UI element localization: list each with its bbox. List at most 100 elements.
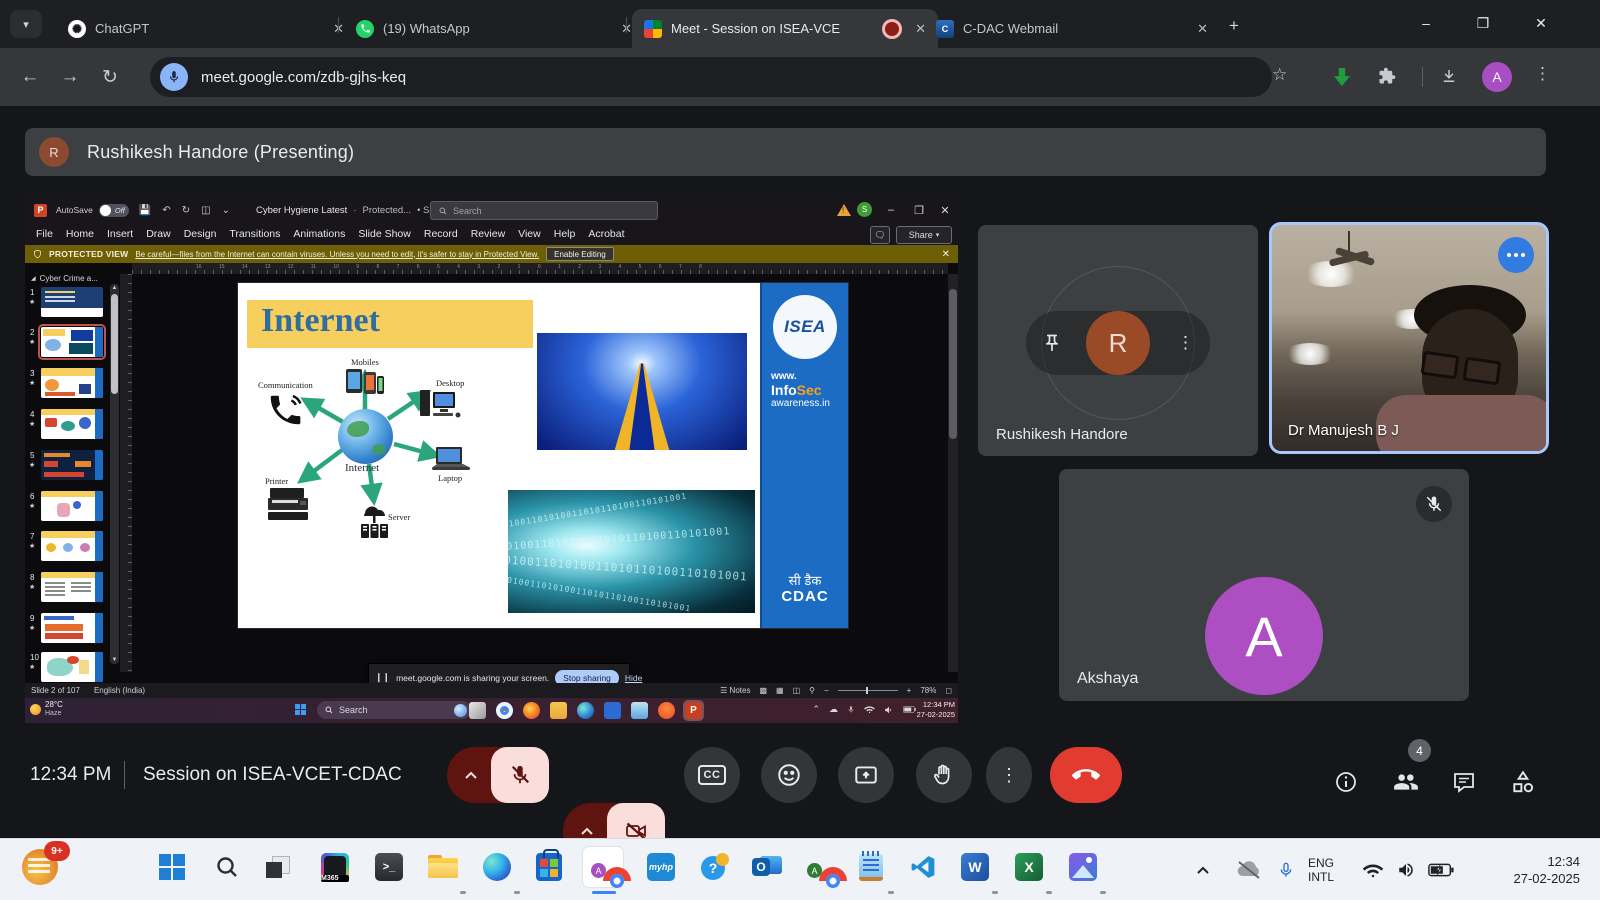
tab-whatsapp[interactable]: (19) WhatsApp ✕ xyxy=(344,9,644,48)
ppt-share-button[interactable]: Share▾ xyxy=(896,226,952,244)
slide-thumb-6[interactable]: 6★ xyxy=(25,491,120,525)
tile-kebab-icon[interactable]: ⋮ xyxy=(1177,333,1194,353)
tab-cdac-webmail[interactable]: C C-DAC Webmail ✕ xyxy=(924,9,1220,48)
leave-call-button[interactable] xyxy=(1050,747,1122,803)
get-help-icon[interactable]: ? xyxy=(695,847,735,887)
mic-options-chevron[interactable] xyxy=(447,747,495,803)
menu-home[interactable]: Home xyxy=(66,228,94,240)
tile-rushikesh[interactable]: ⋮ R Rushikesh Handore xyxy=(978,225,1258,456)
language-indicator[interactable]: English (India) xyxy=(94,686,145,695)
save-icon[interactable]: 💾 xyxy=(139,205,151,216)
people-button[interactable] xyxy=(1386,762,1426,802)
inner-edge-icon[interactable] xyxy=(577,702,594,719)
menu-slideshow[interactable]: Slide Show xyxy=(358,228,411,240)
inner-taskview-icon[interactable] xyxy=(469,702,486,719)
editor-scrollbar[interactable] xyxy=(948,274,958,672)
redo-icon[interactable]: ↻ xyxy=(182,205,190,216)
menu-help[interactable]: Help xyxy=(554,228,576,240)
slide-thumb-10[interactable]: 10★ xyxy=(25,652,120,686)
tile-options-button[interactable] xyxy=(1498,237,1534,273)
terminal-icon[interactable]: >_ xyxy=(369,847,409,887)
view-normal-icon[interactable]: ▩ xyxy=(759,686,767,695)
chat-button[interactable] xyxy=(1444,762,1484,802)
tile-akshaya[interactable]: A Akshaya xyxy=(1059,469,1469,701)
inner-tray-chevron-icon[interactable]: ⌃ xyxy=(812,704,820,715)
tab-search-chevron-icon[interactable]: ▾ xyxy=(10,10,42,38)
myhp-icon[interactable]: myhp xyxy=(641,847,681,887)
enable-editing-button[interactable]: Enable Editing xyxy=(546,247,614,261)
menu-insert[interactable]: Insert xyxy=(107,228,133,240)
tray-wifi-icon[interactable] xyxy=(1362,839,1384,900)
mic-permission-icon[interactable] xyxy=(160,63,188,91)
undo-icon[interactable]: ↶ xyxy=(162,205,170,216)
window-restore-button[interactable]: ❐ xyxy=(1460,6,1506,40)
extensions-puzzle-icon[interactable] xyxy=(1378,67,1396,85)
tab-meet-active[interactable]: Meet - Session on ISEA-VCE ✕ xyxy=(632,9,938,48)
tray-chevron-icon[interactable] xyxy=(1196,839,1210,900)
inner-clock[interactable]: 12:34 PM 27-02-2025 xyxy=(917,700,955,720)
download-icon[interactable] xyxy=(1440,67,1458,85)
account-badge[interactable]: S xyxy=(857,202,872,217)
file-explorer-icon[interactable] xyxy=(423,847,463,887)
comments-icon[interactable]: 🗨 xyxy=(870,226,890,244)
tray-mic-icon[interactable] xyxy=(1278,839,1294,900)
word-icon[interactable]: W xyxy=(955,847,995,887)
slideshow-icon[interactable]: ◫ xyxy=(201,205,210,216)
tile-manujesh-video[interactable]: Dr Manujesh B J xyxy=(1269,222,1549,454)
slide-thumb-1[interactable]: 1★ xyxy=(25,287,120,321)
inner-notepad-icon[interactable] xyxy=(631,702,648,719)
onedrive-paused-icon[interactable] xyxy=(1236,839,1262,900)
inner-system-tray[interactable]: ⌃ ☁ xyxy=(812,704,916,715)
taskbar-search-icon[interactable] xyxy=(207,847,247,887)
slide-thumb-4[interactable]: 4★ xyxy=(25,409,120,443)
notes-button[interactable]: ☰ Notes xyxy=(720,686,750,695)
menu-view[interactable]: View xyxy=(518,228,541,240)
view-slideshow-icon[interactable]: ⚲ xyxy=(809,686,815,695)
tab-close-icon[interactable]: ✕ xyxy=(1197,21,1208,37)
more-options-button[interactable]: ⋮ xyxy=(986,747,1032,803)
microsoft365-icon[interactable]: M365 xyxy=(315,847,355,887)
language-switcher[interactable]: ENGINTL xyxy=(1308,839,1334,900)
menu-review[interactable]: Review xyxy=(471,228,505,240)
address-bar[interactable]: meet.google.com/zdb-gjhs-keq xyxy=(150,57,1272,97)
menu-file[interactable]: File xyxy=(36,228,53,240)
inner-brave-icon[interactable] xyxy=(658,702,675,719)
inner-mic-icon[interactable] xyxy=(847,704,855,715)
reactions-button[interactable] xyxy=(761,747,817,803)
slide-thumb-5[interactable]: 5★ xyxy=(25,450,120,484)
hide-link[interactable]: Hide xyxy=(625,673,642,683)
inner-speaker-icon[interactable] xyxy=(884,705,894,715)
mic-mute-button[interactable] xyxy=(491,747,549,803)
window-close-button[interactable]: ✕ xyxy=(1518,6,1564,40)
inner-battery-icon[interactable] xyxy=(903,705,916,714)
menu-design[interactable]: Design xyxy=(184,228,217,240)
start-button[interactable] xyxy=(152,847,192,887)
outlook-icon[interactable]: O xyxy=(747,847,787,887)
pin-icon[interactable] xyxy=(1042,333,1062,353)
meeting-details-button[interactable] xyxy=(1326,762,1366,802)
thumbnail-scrollbar[interactable]: ▲ ▼ xyxy=(110,284,119,664)
forward-button[interactable]: → xyxy=(50,57,90,97)
view-reading-icon[interactable]: ◫ xyxy=(793,686,801,695)
inner-onedrive-icon[interactable]: ☁ xyxy=(829,704,838,715)
profile-avatar[interactable]: A xyxy=(1482,62,1512,92)
microsoft-store-icon[interactable] xyxy=(529,847,569,887)
slide-thumb-8[interactable]: 8★ xyxy=(25,572,120,606)
zoom-in-icon[interactable]: + xyxy=(907,686,912,695)
chrome-profile2-icon[interactable]: A xyxy=(799,847,839,887)
new-tab-button[interactable]: + xyxy=(1220,12,1248,40)
slide-thumb-3[interactable]: 3★ xyxy=(25,368,120,402)
slide-thumb-2-selected[interactable]: 2★ xyxy=(25,327,120,361)
bookmark-star-icon[interactable]: ☆ xyxy=(1272,65,1287,85)
slide-thumb-9[interactable]: 9★ xyxy=(25,613,120,647)
pause-icon[interactable]: ❙❙ xyxy=(375,672,390,683)
edge-icon[interactable] xyxy=(477,847,517,887)
qat-customize-icon[interactable]: ⌄ xyxy=(222,205,230,216)
menu-transitions[interactable]: Transitions xyxy=(229,228,280,240)
vscode-icon[interactable] xyxy=(903,847,943,887)
inner-firefox-icon[interactable] xyxy=(523,702,540,719)
menu-acrobat[interactable]: Acrobat xyxy=(588,228,624,240)
tray-speaker-icon[interactable] xyxy=(1396,839,1416,900)
task-view-icon[interactable] xyxy=(257,847,297,887)
green-extension-icon[interactable] xyxy=(1334,68,1350,86)
